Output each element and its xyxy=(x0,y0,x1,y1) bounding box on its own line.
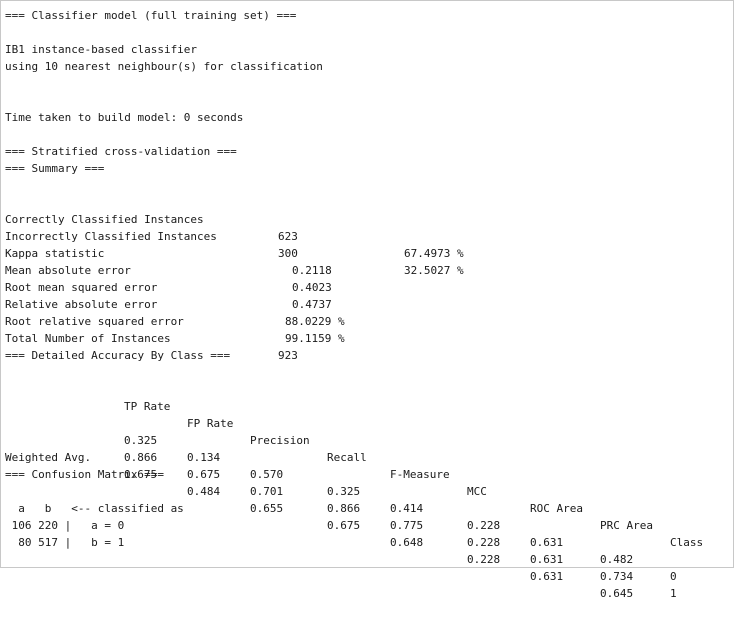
summary-row: Root mean squared error 0.4737 xyxy=(5,262,332,311)
confusion-header: a b <-- classified as xyxy=(5,502,184,515)
col-header: Class xyxy=(670,536,704,549)
cell: 0.734 xyxy=(600,570,634,583)
summary-value: 623 xyxy=(278,230,298,243)
model-section-title: === Classifier model (full training set)… xyxy=(5,9,297,22)
cell: 0.775 xyxy=(390,519,424,532)
cell: 0.701 xyxy=(250,485,284,498)
classifier-name: IB1 instance-based classifier xyxy=(5,43,198,56)
col-header: MCC xyxy=(467,485,487,498)
classifier-output-panel[interactable]: === Classifier model (full training set)… xyxy=(0,0,734,600)
cell: 0.228 xyxy=(467,553,501,566)
summary-value: 0.4737 xyxy=(292,298,332,311)
cell: 0.655 xyxy=(250,502,284,515)
summary-percent: 67.4973 % xyxy=(404,247,464,260)
cell: 0 xyxy=(670,570,677,583)
cell: 0.482 xyxy=(600,553,634,566)
summary-row: Total Number of Instances 923 xyxy=(5,313,298,362)
cv-section-title: === Stratified cross-validation === xyxy=(5,145,237,158)
col-header: F-Measure xyxy=(390,468,450,481)
summary-row: Incorrectly Classified Instances 300 32.… xyxy=(5,211,464,277)
cell: 0.675 xyxy=(327,519,361,532)
summary-section-title: === Summary === xyxy=(5,162,105,175)
summary-row: Correctly Classified Instances 623 67.49… xyxy=(5,194,464,260)
accuracy-section-title: === Detailed Accuracy By Class === xyxy=(5,349,231,362)
confusion-row: 106 220 | a = 0 xyxy=(5,519,125,532)
cell: 0.645 xyxy=(600,587,634,600)
accuracy-row: 0.325 0.134 0.570 0.325 0.414 0.228 0.63… xyxy=(5,398,677,583)
cell: 0.570 xyxy=(250,468,284,481)
cell: 0.228 xyxy=(467,536,501,549)
confusion-section-title: === Confusion Matrix === xyxy=(5,468,164,481)
cell: 0.675 xyxy=(187,468,221,481)
col-header: PRC Area xyxy=(600,519,653,532)
summary-row: Kappa statistic 0.2118 xyxy=(5,228,332,277)
summary-value: 99.1159 % xyxy=(285,332,345,345)
col-header: Recall xyxy=(327,451,367,464)
cell: 0.134 xyxy=(187,451,221,464)
row-label: Weighted Avg. xyxy=(5,451,92,464)
cell: 0.414 xyxy=(390,502,424,515)
summary-value: 300 xyxy=(278,247,298,260)
cell: 0.648 xyxy=(390,536,424,549)
accuracy-row: 0.866 0.675 0.701 0.866 0.775 0.228 0.63… xyxy=(5,415,677,600)
col-header: Precision xyxy=(250,434,310,447)
col-header: ROC Area xyxy=(530,502,583,515)
summary-row: Root relative squared error 99.1159 % xyxy=(5,296,345,345)
cell: 1 xyxy=(670,587,677,600)
cell: 0.631 xyxy=(530,570,564,583)
col-header: TP Rate xyxy=(124,400,171,413)
cell: 0.228 xyxy=(467,519,501,532)
accuracy-header-row: TP Rate FP Rate Precision Recall F-Measu… xyxy=(5,381,703,549)
cell: 0.325 xyxy=(327,485,361,498)
summary-label: Total Number of Instances xyxy=(5,332,171,345)
cell: 0.325 xyxy=(124,434,158,447)
summary-value: 0.2118 xyxy=(292,264,332,277)
summary-value: 88.0229 % xyxy=(285,315,345,328)
time-taken-line: Time taken to build model: 0 seconds xyxy=(5,111,244,124)
cell: 0.631 xyxy=(530,553,564,566)
cell: 0.866 xyxy=(327,502,361,515)
accuracy-row: Weighted Avg. 0.675 0.484 0.655 0.675 0.… xyxy=(5,432,633,600)
col-header: FP Rate xyxy=(187,417,234,430)
cell: 0.866 xyxy=(124,451,158,464)
cell: 0.484 xyxy=(187,485,221,498)
summary-value: 0.4023 xyxy=(292,281,332,294)
summary-row: Mean absolute error 0.4023 xyxy=(5,245,332,294)
cell: 0.631 xyxy=(530,536,564,549)
summary-value: 923 xyxy=(278,349,298,362)
summary-row: Relative absolute error 88.0229 % xyxy=(5,279,345,328)
classifier-description: using 10 nearest neighbour(s) for classi… xyxy=(5,60,323,73)
confusion-row: 80 517 | b = 1 xyxy=(5,536,125,549)
summary-percent: 32.5027 % xyxy=(404,264,464,277)
